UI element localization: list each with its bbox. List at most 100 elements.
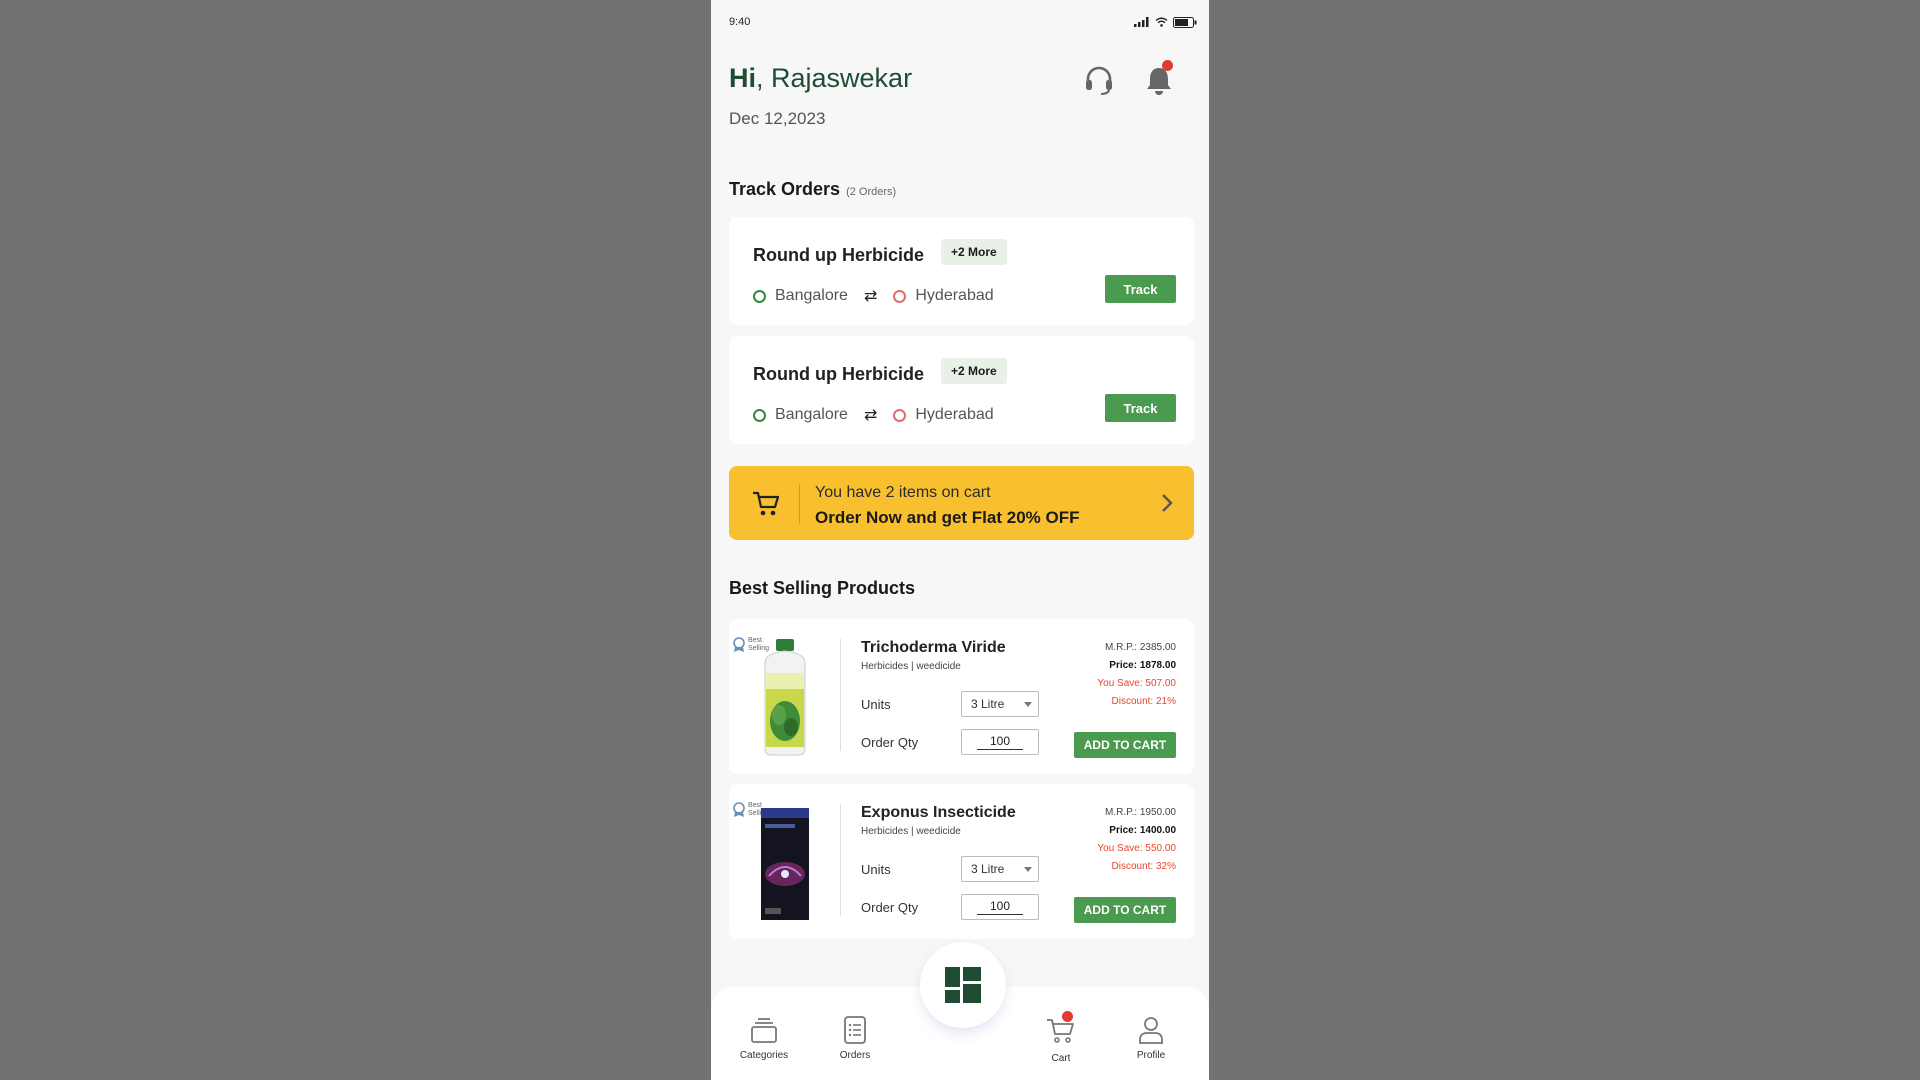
mrp: M.R.P.: 2385.00 (1105, 642, 1176, 653)
signal-icon (1134, 17, 1149, 27)
units-label: Units (861, 697, 891, 712)
origin-dot-icon (753, 289, 766, 303)
destination-city: Hyderabad (915, 287, 994, 304)
more-items-badge[interactable]: +2 More (941, 358, 1007, 384)
product-name: Trichoderma Viride (861, 639, 1006, 656)
order-qty-value: 100 (977, 734, 1023, 750)
swap-arrows-icon: ⇄ (863, 407, 878, 424)
home-grid-button[interactable] (920, 942, 1006, 1028)
order-card: Round up Herbicide +2 More Bangalore ⇄ H… (729, 336, 1194, 444)
order-qty-label: Order Qty (861, 900, 919, 915)
offer-text: Order Now and get Flat 20% OFF (815, 508, 1080, 527)
cart-badge-dot (1062, 1011, 1073, 1022)
nav-orders[interactable]: Orders (820, 1015, 890, 1061)
nav-orders-label: Orders (839, 1050, 871, 1061)
support-button[interactable] (1079, 60, 1119, 100)
cart-nav-icon-wrap (1045, 1011, 1077, 1048)
notifications-button[interactable] (1139, 60, 1179, 100)
cart-icon (751, 488, 781, 523)
nav-profile[interactable]: Profile (1116, 1015, 1186, 1061)
banner-divider (799, 484, 800, 524)
track-button[interactable]: Track (1105, 394, 1176, 422)
greeting-separator: , (756, 63, 772, 93)
units-label: Units (861, 862, 891, 877)
more-items-badge[interactable]: +2 More (941, 239, 1007, 265)
status-bar: 9:40 (729, 14, 1197, 30)
add-to-cart-button[interactable]: ADD TO CART (1074, 732, 1176, 758)
notification-dot (1162, 60, 1173, 71)
order-card: Round up Herbicide +2 More Bangalore ⇄ H… (729, 217, 1194, 325)
best-selling-badge-icon (733, 637, 745, 652)
discount: Discount: 32% (1111, 861, 1176, 872)
nav-categories[interactable]: Categories (729, 1015, 799, 1061)
units-dropdown[interactable]: 3 Litre (961, 691, 1039, 717)
swap-arrows-icon: ⇄ (863, 288, 878, 305)
chevron-right-icon (1160, 492, 1174, 519)
price: Price: 1400.00 (1109, 825, 1176, 836)
grid-home-icon (945, 967, 981, 1003)
nav-profile-label: Profile (1136, 1050, 1166, 1061)
product-card: Best Selling Exponus Insecticide Herbici… (729, 784, 1194, 939)
you-save: You Save: 550.00 (1097, 843, 1176, 854)
you-save: You Save: 507.00 (1097, 678, 1176, 689)
destination-dot-icon (893, 408, 907, 422)
track-orders-label: Track Orders (729, 179, 841, 199)
greeting: Hi, Rajaswekar (729, 63, 912, 94)
units-value: 3 Litre (971, 697, 1005, 711)
chevron-down-icon (1024, 867, 1032, 872)
order-product-name: Round up Herbicide (753, 245, 924, 265)
order-product-name: Round up Herbicide (753, 364, 924, 384)
current-date: Dec 12,2023 (729, 109, 826, 128)
product-category: Herbicides | weedicide (861, 826, 961, 837)
status-time: 9:40 (729, 16, 751, 28)
destination-dot-icon (893, 289, 907, 303)
mrp: M.R.P.: 1950.00 (1105, 807, 1176, 818)
phone-screen: 9:40 Hi, Rajaswekar Dec 12,2023 Track Or… (711, 0, 1209, 1080)
order-route: Bangalore ⇄ Hyderabad (753, 286, 994, 306)
orders-count: (2 Orders) (846, 186, 897, 198)
cart-icon (1047, 1019, 1074, 1043)
best-selling-badge-icon (733, 802, 745, 817)
greeting-prefix: Hi (729, 63, 756, 93)
product-card: Best Selling Trichoderma Viride Herbicid… (729, 619, 1194, 774)
orders-icon (844, 1016, 866, 1044)
chevron-down-icon (1024, 702, 1032, 707)
product-image (764, 639, 806, 756)
units-dropdown[interactable]: 3 Litre (961, 856, 1039, 882)
price: Price: 1878.00 (1109, 660, 1176, 671)
product-category: Herbicides | weedicide (861, 661, 961, 672)
order-qty-input[interactable]: 100 (961, 729, 1039, 755)
order-qty-label: Order Qty (861, 735, 919, 750)
order-qty-input[interactable]: 100 (961, 894, 1039, 920)
user-name: Rajaswekar (771, 63, 913, 93)
cart-items-text: You have 2 items on cart (815, 484, 991, 501)
profile-icon (1139, 1017, 1163, 1044)
product-name: Exponus Insecticide (861, 804, 1016, 821)
price-block: M.R.P.: 1950.00 Price: 1400.00 You Save:… (1097, 804, 1176, 876)
nav-cart-label: Cart (1051, 1053, 1071, 1064)
card-divider (840, 804, 841, 916)
origin-city: Bangalore (775, 406, 848, 423)
origin-city: Bangalore (775, 287, 848, 304)
track-orders-title: Track Orders (2 Orders) (729, 179, 896, 200)
units-value: 3 Litre (971, 862, 1005, 876)
categories-icon (751, 1018, 777, 1043)
track-button[interactable]: Track (1105, 275, 1176, 303)
headset-icon (1086, 66, 1112, 95)
add-to-cart-button[interactable]: ADD TO CART (1074, 897, 1176, 923)
battery-icon (1173, 16, 1197, 28)
wifi-icon (1155, 17, 1168, 27)
nav-categories-label: Categories (739, 1050, 789, 1061)
nav-cart[interactable]: Cart (1026, 1011, 1096, 1064)
card-divider (840, 639, 841, 751)
origin-dot-icon (753, 408, 766, 422)
discount: Discount: 21% (1111, 696, 1176, 707)
order-qty-value: 100 (977, 899, 1023, 915)
best-selling-title: Best Selling Products (729, 578, 916, 598)
order-route: Bangalore ⇄ Hyderabad (753, 405, 994, 425)
product-image (761, 808, 809, 920)
cart-offer-banner[interactable]: You have 2 items on cart Order Now and g… (729, 466, 1194, 540)
price-block: M.R.P.: 2385.00 Price: 1878.00 You Save:… (1097, 639, 1176, 711)
destination-city: Hyderabad (915, 406, 994, 423)
status-icons (1134, 16, 1197, 28)
